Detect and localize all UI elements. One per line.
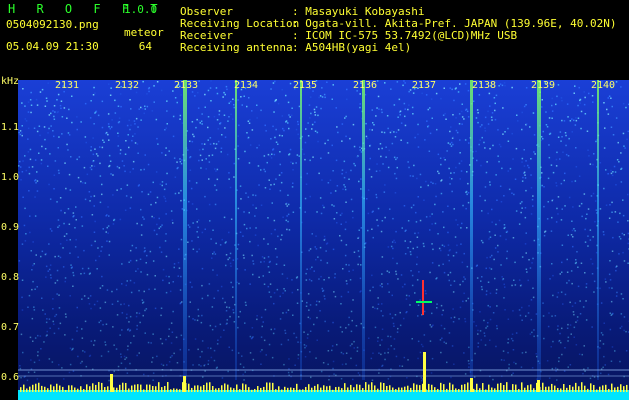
y-tick-label: 0.6 [1,372,20,383]
x-tick-label: 2136 [353,80,378,91]
app-version: 1.0.0 [124,3,158,16]
x-tick-label: 2138 [472,80,497,91]
x-tick-label: 2140 [591,80,616,91]
y-tick-label: 1.0 [1,172,20,183]
info-value-antenna: : A504HB(yagi 4el) [292,41,412,54]
x-tick-label: 2134 [234,80,259,91]
x-tick-label: 2133 [174,80,199,91]
count-label: meteor [124,26,164,39]
y-tick-label: 0.7 [1,322,20,333]
axis-unit: kHz [1,76,20,87]
filename: 0504092130.png [6,18,99,31]
x-tick-label: 2132 [115,80,140,91]
y-tick-label: 0.8 [1,272,20,283]
spectrogram [18,80,629,400]
x-tick-label: 2131 [55,80,80,91]
x-tick-label: 2137 [412,80,437,91]
info-label-antenna: Receiving antenna [180,41,293,54]
datetime: 05.04.09 21:30 [6,40,99,53]
y-tick-label: 1.1 [1,122,20,133]
x-tick-label: 2135 [293,80,318,91]
y-tick-label: 0.9 [1,222,20,233]
header-panel: H R O F F T 1.0.0 0504092130.png meteor … [0,0,629,80]
count-value: 64 [138,40,152,53]
x-tick-label: 2139 [531,80,556,91]
